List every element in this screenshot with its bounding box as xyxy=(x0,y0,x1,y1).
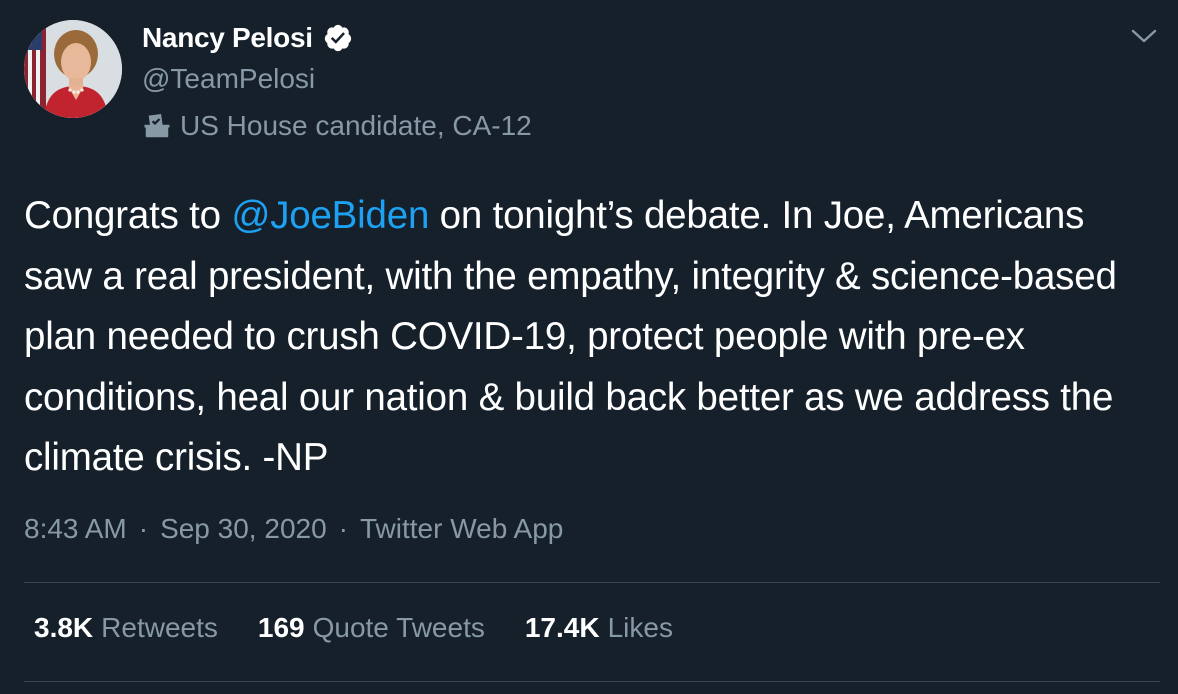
meta-separator: · xyxy=(338,513,348,544)
author-name-row: Nancy Pelosi xyxy=(142,22,353,54)
engagement-stats: 3.8K Retweets 169 Quote Tweets 17.4K Lik… xyxy=(34,612,673,644)
ballot-box-icon xyxy=(144,113,170,138)
verified-badge-icon xyxy=(324,24,351,52)
author-display-name[interactable]: Nancy Pelosi xyxy=(142,22,313,54)
mention-link[interactable]: @JoeBiden xyxy=(231,194,429,237)
likes-stat[interactable]: 17.4K Likes xyxy=(525,612,673,644)
account-label-text: US House candidate, CA-12 xyxy=(180,110,532,141)
avatar[interactable] xyxy=(24,20,122,118)
tweet-time[interactable]: 8:43 AM xyxy=(24,513,127,545)
tweet-source[interactable]: Twitter Web App xyxy=(360,513,563,545)
account-label: US House candidate, CA-12 xyxy=(142,110,532,142)
retweets-stat[interactable]: 3.8K Retweets xyxy=(34,612,218,644)
likes-label: Likes xyxy=(607,612,673,643)
tweet-text-start: Congrats to xyxy=(24,194,232,237)
tweet-text: Congrats to @JoeBiden on tonight’s debat… xyxy=(24,186,1159,489)
divider xyxy=(24,681,1160,682)
quote-tweets-stat[interactable]: 169 Quote Tweets xyxy=(258,612,485,644)
meta-separator: · xyxy=(138,513,149,544)
tweet-meta: 8:43 AM · Sep 30, 2020 · Twitter Web App xyxy=(24,513,563,545)
retweets-label: Retweets xyxy=(101,612,218,643)
profile-photo xyxy=(24,20,122,118)
retweets-count: 3.8K xyxy=(34,612,94,643)
quote-tweets-label: Quote Tweets xyxy=(312,612,485,643)
author-handle[interactable]: @TeamPelosi xyxy=(142,63,315,95)
chevron-down-icon[interactable] xyxy=(1130,26,1158,46)
tweet-date[interactable]: Sep 30, 2020 xyxy=(160,513,327,545)
likes-count: 17.4K xyxy=(524,612,600,643)
divider xyxy=(24,582,1160,583)
quote-tweets-count: 169 xyxy=(257,612,305,643)
